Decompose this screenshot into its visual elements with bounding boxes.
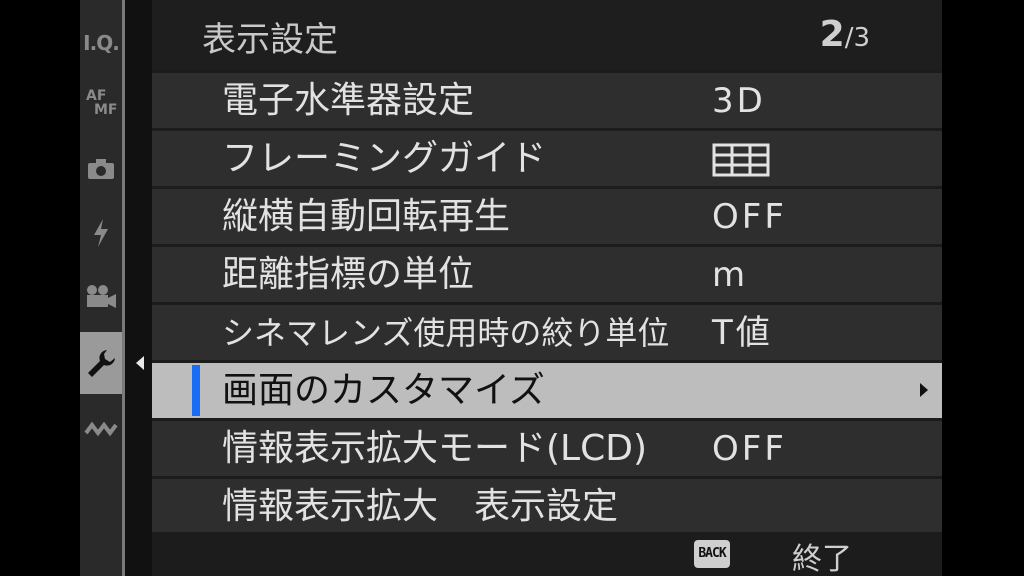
tab-gap <box>125 0 152 576</box>
menu-item-label: シネマレンズ使用時の絞り単位 <box>222 314 670 352</box>
menu-item-display-custom-setting[interactable]: 画面のカスタマイズ <box>152 363 942 418</box>
menu-item-electronic-level[interactable]: 電子水準器設定 3D <box>152 73 942 128</box>
menu-item-value: OFF <box>712 429 787 469</box>
camera-menu-screen: I.Q. AF MF 表示設定 2/3 電子水準器設定 3D フレーミングガイド… <box>0 0 1024 576</box>
grid-9-icon <box>712 143 770 177</box>
tab-setup[interactable] <box>80 332 122 394</box>
menu-footer: BACK 終了 <box>152 532 942 576</box>
tab-connection[interactable] <box>80 398 122 460</box>
menu-item-value: T値 <box>712 313 773 353</box>
wireless-icon <box>84 421 118 437</box>
menu-item-large-indicators-display-setting[interactable]: 情報表示拡大 表示設定 <box>152 479 942 534</box>
page-indicator: 2/3 <box>820 14 870 55</box>
af-mf-icon: AF MF <box>86 88 118 118</box>
movie-camera-icon <box>87 285 116 308</box>
submenu-arrow-icon <box>920 383 928 397</box>
image-quality-icon: I.Q. <box>83 31 120 55</box>
mf-text: MF <box>94 102 118 118</box>
menu-item-label: 情報表示拡大 表示設定 <box>222 486 619 527</box>
page-current: 2 <box>819 14 845 55</box>
flash-icon <box>94 219 108 247</box>
menu-item-value: m <box>712 255 749 295</box>
menu-item-label: 電子水準器設定 <box>222 80 475 121</box>
menu-tab-bar: I.Q. AF MF <box>80 0 122 576</box>
tab-movie[interactable] <box>80 266 122 328</box>
tab-shooting[interactable] <box>80 138 122 200</box>
af-text: AF <box>86 88 107 104</box>
menu-panel: 表示設定 2/3 電子水準器設定 3D フレーミングガイド 縦横自動回転再生 O… <box>152 0 942 576</box>
menu-item-label: 縦横自動回転再生 <box>222 196 511 237</box>
menu-item-focus-scale-units[interactable]: 距離指標の単位 m <box>152 247 942 302</box>
menu-item-value: OFF <box>712 197 787 237</box>
page-total: 3 <box>853 23 870 53</box>
menu-header: 表示設定 2/3 <box>152 0 942 70</box>
menu-item-large-indicators-mode[interactable]: 情報表示拡大モード(LCD) OFF <box>152 421 942 476</box>
menu-item-label: 情報表示拡大モード(LCD) <box>222 428 648 469</box>
camera-icon <box>88 159 114 179</box>
menu-item-cine-lens-aperture-unit[interactable]: シネマレンズ使用時の絞り単位 T値 <box>152 305 942 360</box>
active-tab-pointer-icon <box>136 356 144 370</box>
tab-image-quality[interactable]: I.Q. <box>80 12 122 74</box>
menu-item-label: 距離指標の単位 <box>222 254 475 295</box>
menu-item-framing-guide[interactable]: フレーミングガイド <box>152 131 942 186</box>
menu-item-label: フレーミングガイド <box>222 138 547 179</box>
menu-item-autorotate-playback[interactable]: 縦横自動回転再生 OFF <box>152 189 942 244</box>
menu-item-value: 3D <box>712 81 766 121</box>
selection-marker <box>192 365 200 416</box>
menu-item-label: 画面のカスタマイズ <box>222 370 545 411</box>
back-button-icon[interactable]: BACK <box>694 540 730 568</box>
tab-flash[interactable] <box>80 202 122 264</box>
exit-label: 終了 <box>792 542 852 576</box>
tab-af-mf[interactable]: AF MF <box>80 72 122 134</box>
menu-title: 表示設定 <box>202 20 338 60</box>
wrench-icon <box>88 350 115 377</box>
